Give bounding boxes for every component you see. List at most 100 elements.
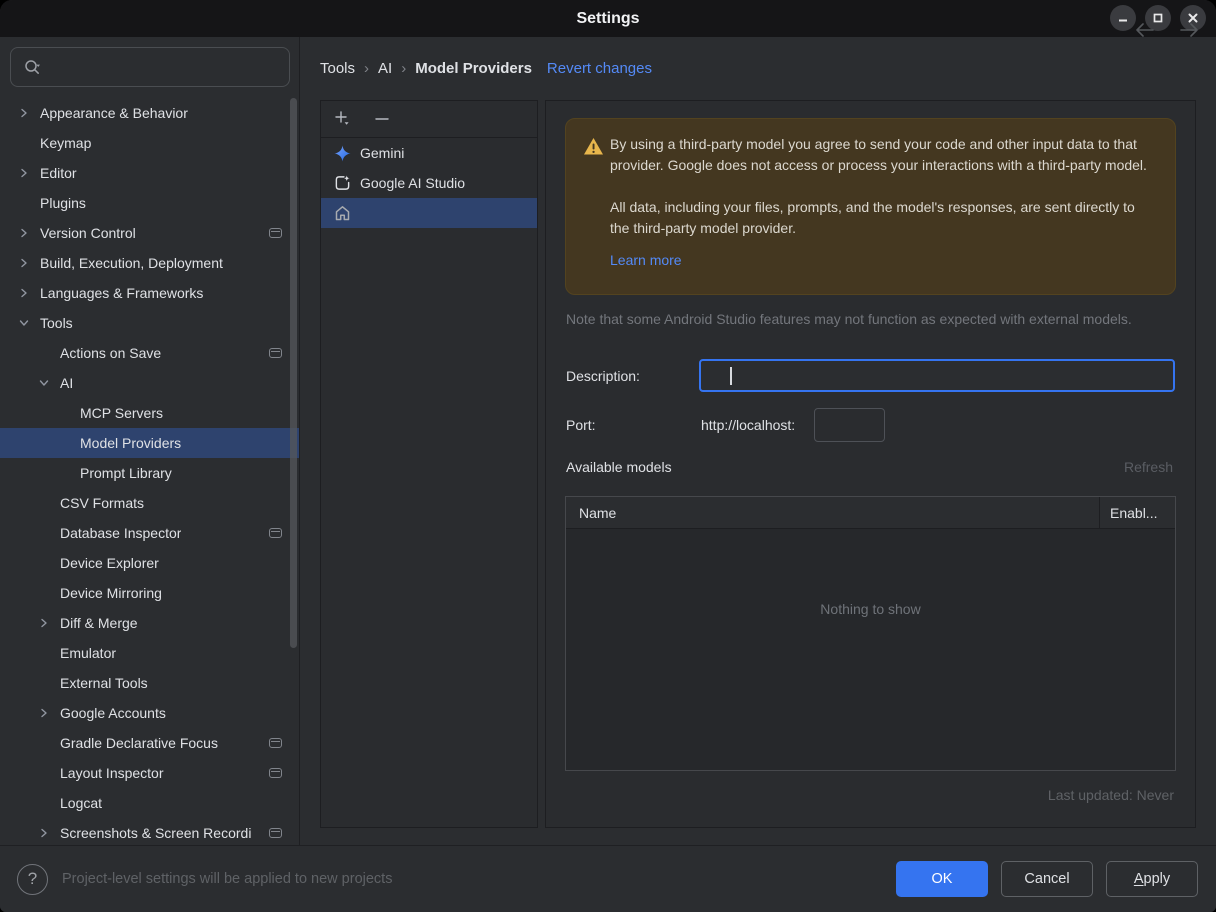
chevron-right-icon[interactable] xyxy=(18,257,30,269)
sidebar-item-gradle-declarative-focus[interactable]: Gradle Declarative Focus xyxy=(0,728,299,758)
breadcrumb-separator: › xyxy=(401,60,407,77)
refresh-button[interactable]: Refresh xyxy=(1124,459,1173,475)
sidebar-item-label: Layout Inspector xyxy=(60,765,164,781)
breadcrumb-tools[interactable]: Tools xyxy=(320,60,355,77)
sidebar-item-version-control[interactable]: Version Control xyxy=(0,218,299,248)
provider-item-gemini[interactable]: Gemini xyxy=(321,138,537,168)
chevron-down-icon[interactable] xyxy=(18,317,30,329)
sidebar-item-emulator[interactable]: Emulator xyxy=(0,638,299,668)
sidebar-item-editor[interactable]: Editor xyxy=(0,158,299,188)
warning-paragraph-1: By using a third-party model you agree t… xyxy=(610,136,1147,173)
home-icon xyxy=(334,205,351,222)
sidebar-item-screenshots-screen-recordi[interactable]: Screenshots & Screen Recordi xyxy=(0,818,299,845)
sidebar-item-layout-inspector[interactable]: Layout Inspector xyxy=(0,758,299,788)
footer-buttons: OK Cancel Apply xyxy=(896,861,1198,897)
sidebar-item-appearance-behavior[interactable]: Appearance & Behavior xyxy=(0,98,299,128)
available-models-title: Available models xyxy=(566,459,672,475)
sidebar-item-device-mirroring[interactable]: Device Mirroring xyxy=(0,578,299,608)
sidebar-item-csv-formats[interactable]: CSV Formats xyxy=(0,488,299,518)
plus-icon xyxy=(335,111,349,125)
revert-changes-link[interactable]: Revert changes xyxy=(547,60,652,77)
column-header-enabled[interactable]: Enabl... xyxy=(1099,497,1175,528)
sidebar-item-database-inspector[interactable]: Database Inspector xyxy=(0,518,299,548)
sidebar-item-prompt-library[interactable]: Prompt Library xyxy=(0,458,299,488)
sidebar-item-label: Diff & Merge xyxy=(60,615,138,631)
provider-item-label: Google AI Studio xyxy=(360,175,466,191)
sidebar-item-device-explorer[interactable]: Device Explorer xyxy=(0,548,299,578)
sidebar-item-languages-frameworks[interactable]: Languages & Frameworks xyxy=(0,278,299,308)
sidebar-item-tools[interactable]: Tools xyxy=(0,308,299,338)
sidebar-item-ai[interactable]: AI xyxy=(0,368,299,398)
apply-button[interactable]: Apply xyxy=(1106,861,1198,897)
chevron-right-icon[interactable] xyxy=(38,707,50,719)
sidebar-item-label: Prompt Library xyxy=(80,465,172,481)
project-level-icon xyxy=(269,828,282,838)
chevron-down-icon[interactable] xyxy=(38,377,50,389)
settings-sidebar: Appearance & Behavior Keymap Editor Plugins… xyxy=(0,37,300,845)
project-level-icon xyxy=(269,738,282,748)
warning-icon xyxy=(584,138,603,155)
chevron-right-icon[interactable] xyxy=(38,617,50,629)
sidebar-item-label: Editor xyxy=(40,165,77,181)
sidebar-item-label: Actions on Save xyxy=(60,345,162,361)
chevron-right-icon[interactable] xyxy=(18,227,30,239)
sidebar-item-label: CSV Formats xyxy=(60,495,145,511)
models-table: Name Enabl... Nothing to show xyxy=(565,496,1176,771)
sidebar-item-label: Version Control xyxy=(40,225,136,241)
sidebar-item-google-accounts[interactable]: Google Accounts xyxy=(0,698,299,728)
settings-search-input[interactable] xyxy=(10,47,290,87)
text-caret xyxy=(730,367,732,385)
sidebar-item-plugins[interactable]: Plugins xyxy=(0,188,299,218)
port-input[interactable] xyxy=(814,408,886,442)
sidebar-item-actions-on-save[interactable]: Actions on Save xyxy=(0,338,299,368)
provider-list-panel: Gemini Google AI Studio xyxy=(320,100,538,828)
provider-item-custom[interactable] xyxy=(321,198,537,228)
chevron-right-icon[interactable] xyxy=(18,167,30,179)
forward-arrow-icon[interactable] xyxy=(1178,22,1200,38)
sidebar-item-build-execution-deployment[interactable]: Build, Execution, Deployment xyxy=(0,248,299,278)
chevron-right-icon[interactable] xyxy=(18,107,30,119)
cancel-button[interactable]: Cancel xyxy=(1001,861,1093,897)
learn-more-link[interactable]: Learn more xyxy=(610,250,682,271)
minimize-button[interactable] xyxy=(1110,5,1136,31)
sidebar-scrollbar[interactable] xyxy=(290,98,297,648)
settings-tree: Appearance & Behavior Keymap Editor Plugins… xyxy=(0,98,299,845)
help-button[interactable]: ? xyxy=(17,863,48,895)
minus-icon xyxy=(375,118,389,120)
description-input[interactable] xyxy=(699,359,1175,392)
history-navigation xyxy=(1134,22,1200,38)
provider-item-google-ai-studio[interactable]: Google AI Studio xyxy=(321,168,537,198)
ok-button[interactable]: OK xyxy=(896,861,988,897)
sidebar-item-model-providers[interactable]: Model Providers xyxy=(0,428,299,458)
add-provider-button[interactable] xyxy=(333,108,355,130)
sidebar-item-mcp-servers[interactable]: MCP Servers xyxy=(0,398,299,428)
sidebar-item-label: Tools xyxy=(40,315,73,331)
port-row: Port: http://localhost: xyxy=(566,408,886,442)
sidebar-item-label: AI xyxy=(60,375,74,391)
back-arrow-icon[interactable] xyxy=(1134,22,1156,38)
project-level-hint: Project-level settings will be applied t… xyxy=(62,871,393,887)
sidebar-item-keymap[interactable]: Keymap xyxy=(0,128,299,158)
remove-provider-button[interactable] xyxy=(371,108,393,130)
project-level-icon xyxy=(269,348,282,358)
chevron-right-icon[interactable] xyxy=(18,287,30,299)
ai-studio-icon xyxy=(334,175,351,192)
breadcrumb-ai[interactable]: AI xyxy=(378,60,392,77)
search-icon xyxy=(25,60,40,74)
sidebar-item-label: Gradle Declarative Focus xyxy=(60,735,218,751)
external-models-note: Note that some Android Studio features m… xyxy=(566,311,1132,327)
chevron-right-icon[interactable] xyxy=(38,827,50,839)
sidebar-item-label: Google Accounts xyxy=(60,705,166,721)
sidebar-item-external-tools[interactable]: External Tools xyxy=(0,668,299,698)
gemini-sparkle-icon xyxy=(334,145,351,162)
sidebar-item-label: Emulator xyxy=(60,645,117,661)
provider-item-label: Gemini xyxy=(360,145,405,161)
sidebar-item-label: Logcat xyxy=(60,795,103,811)
port-label: Port: xyxy=(566,417,596,433)
last-updated-label: Last updated: Never xyxy=(1047,787,1174,803)
sidebar-item-logcat[interactable]: Logcat xyxy=(0,788,299,818)
column-header-name[interactable]: Name xyxy=(566,505,1099,521)
provider-list: Gemini Google AI Studio xyxy=(321,138,537,228)
sidebar-item-diff-merge[interactable]: Diff & Merge xyxy=(0,608,299,638)
minimize-icon xyxy=(1119,19,1127,22)
